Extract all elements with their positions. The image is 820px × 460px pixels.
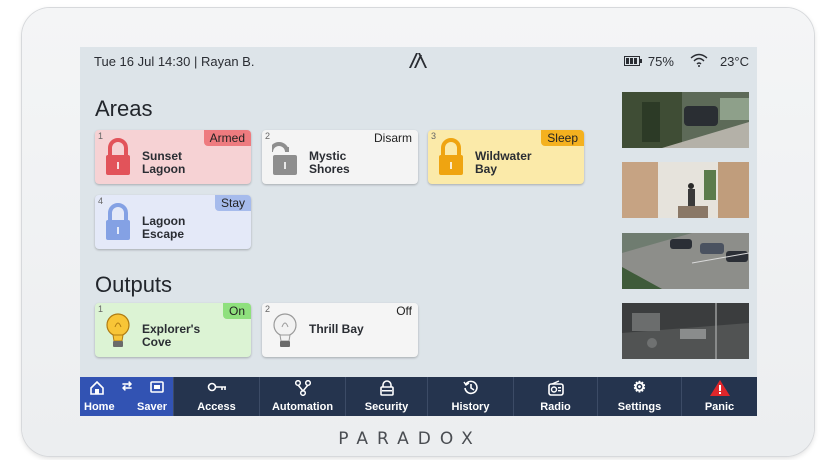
camera-thumbnail-patio[interactable]	[622, 303, 749, 359]
brand-logo-icon	[407, 50, 429, 73]
status-bar: Tue 16 Jul 14:30 | Rayan B. 75% 23°C	[80, 47, 757, 75]
padlock-locked-icon	[105, 203, 131, 246]
nav-automation-label: Automation	[271, 401, 334, 413]
area-number: 2	[265, 131, 271, 141]
status-badge: Off	[390, 303, 418, 319]
padlock-unlocked-icon	[269, 138, 298, 181]
output-tile-explorers-cove[interactable]: 1 On Explorer's Cove	[95, 303, 251, 357]
area-name: Mystic Shores	[309, 149, 350, 176]
camera-thumbnail-driveway[interactable]	[622, 92, 749, 148]
output-tile-thrill-bay[interactable]: 2 Off Thrill Bay	[262, 303, 418, 357]
nav-security-label: Security	[364, 401, 409, 413]
status-badge: Disarm	[368, 130, 418, 146]
padlock-locked-icon	[438, 138, 464, 181]
nav-access-label: Access	[197, 401, 236, 413]
nav-radio-label: Radio	[540, 401, 571, 413]
status-badge: On	[222, 303, 251, 319]
area-tile-sunset-lagoon[interactable]: 1 Armed Sunset Lagoon	[95, 130, 251, 184]
key-icon	[174, 380, 259, 394]
area-tile-lagoon-escape[interactable]: 4 Stay Lagoon Escape	[95, 195, 251, 249]
output-name: Thrill Bay	[309, 322, 364, 336]
area-name: Lagoon Escape	[142, 214, 186, 241]
lock-icon	[346, 380, 427, 396]
status-badge: Armed	[203, 130, 251, 146]
automation-nodes-icon	[260, 380, 345, 396]
warning-triangle-icon	[682, 380, 757, 396]
radio-icon	[514, 380, 597, 396]
home-icon	[90, 380, 104, 398]
battery-level: 75%	[647, 54, 674, 69]
nav-settings-label: Settings	[617, 401, 662, 413]
camera-thumbnail-parking[interactable]	[622, 233, 749, 289]
areas-heading: Areas	[95, 96, 153, 121]
touch-screen: Tue 16 Jul 14:30 | Rayan B. 75% 23°C Are…	[80, 47, 757, 416]
camera-thumbnail-doorway[interactable]	[622, 162, 749, 218]
wifi-icon	[690, 53, 708, 70]
battery-icon	[623, 54, 642, 69]
nav-security[interactable]: Security	[346, 377, 428, 416]
padlock-locked-icon	[105, 138, 131, 181]
swap-arrows-icon: ⇄	[122, 379, 133, 393]
output-number: 2	[265, 304, 271, 314]
temperature: 23°C	[719, 54, 749, 69]
area-number: 3	[431, 131, 437, 141]
area-number: 4	[98, 196, 104, 206]
nav-settings[interactable]: ⚙ Settings	[598, 377, 682, 416]
area-name: Wildwater Bay	[475, 149, 532, 176]
area-name: Sunset Lagoon	[142, 149, 186, 176]
output-name: Explorer's Cove	[142, 322, 201, 349]
bottom-navbar: ⇄ Home Saver Access Automation Security	[80, 377, 757, 416]
nav-panic[interactable]: Panic	[682, 377, 757, 416]
nav-history[interactable]: History	[428, 377, 514, 416]
lightbulb-on-icon	[105, 311, 131, 356]
brand-label: PARADOX	[338, 429, 482, 449]
nav-automation[interactable]: Automation	[260, 377, 346, 416]
area-tile-wildwater-bay[interactable]: 3 Sleep Wildwater Bay	[428, 130, 584, 184]
nav-panic-label: Panic	[704, 401, 735, 413]
nav-home-label: Home	[84, 401, 115, 413]
status-badge: Stay	[214, 195, 251, 211]
history-clock-icon	[428, 380, 513, 396]
area-number: 1	[98, 131, 104, 141]
datetime-user: Tue 16 Jul 14:30 | Rayan B.	[94, 54, 255, 69]
lightbulb-off-icon	[272, 311, 298, 356]
nav-access[interactable]: Access	[174, 377, 260, 416]
screen-saver-icon	[150, 381, 164, 398]
area-tile-mystic-shores[interactable]: 2 Disarm Mystic Shores	[262, 130, 418, 184]
nav-saver-label: Saver	[137, 401, 167, 413]
gear-icon: ⚙	[632, 379, 647, 396]
nav-home-saver[interactable]: ⇄ Home Saver	[80, 377, 174, 416]
nav-history-label: History	[451, 401, 490, 413]
outputs-heading: Outputs	[95, 272, 173, 297]
status-badge: Sleep	[541, 130, 584, 146]
output-number: 1	[98, 304, 104, 314]
nav-radio[interactable]: Radio	[514, 377, 598, 416]
